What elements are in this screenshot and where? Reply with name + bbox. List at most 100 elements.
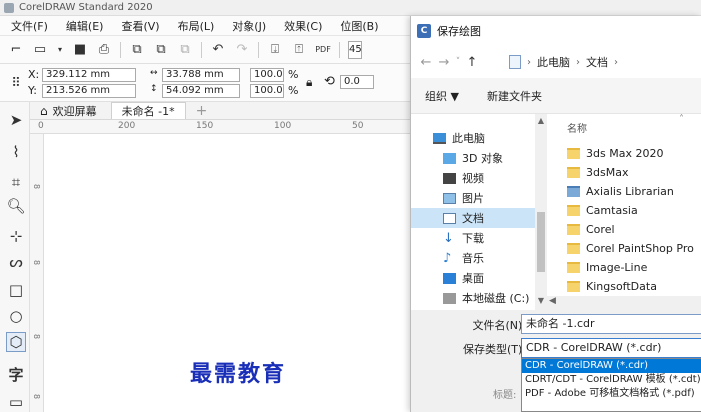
nav-music[interactable]: ♪ 音乐 xyxy=(411,248,535,268)
percent-y-label: % xyxy=(288,84,299,97)
add-tab-button[interactable]: + xyxy=(190,103,214,119)
width-input[interactable]: 33.788 mm xyxy=(162,68,240,82)
x-position-input[interactable]: 329.112 mm xyxy=(42,68,136,82)
breadcrumb-separator-icon: › xyxy=(576,56,580,68)
rotation-input[interactable]: 0.0 xyxy=(340,75,374,89)
open-folder-icon[interactable]: ▭ xyxy=(32,42,48,58)
list-item[interactable]: 3dsMax xyxy=(567,163,628,182)
download-icon: ↓ xyxy=(443,230,454,246)
shape-tool-icon[interactable]: ⌇ xyxy=(6,142,26,162)
filetype-label: 保存类型(T): xyxy=(462,343,526,356)
tab-welcome[interactable]: ⌂ 欢迎屏幕 xyxy=(30,102,107,119)
freehand-tool-icon[interactable]: ⊹ xyxy=(6,226,26,246)
zoom-level-field[interactable]: 45 xyxy=(348,40,362,59)
x-label: X: xyxy=(28,68,40,81)
breadcrumb-separator-icon: › xyxy=(614,56,618,68)
sort-caret-icon: ˄ xyxy=(679,114,684,125)
menu-effects[interactable]: 效果(C) xyxy=(275,18,331,34)
back-icon[interactable]: ← xyxy=(417,55,435,70)
library-icon xyxy=(567,186,580,197)
save-icon[interactable]: ■ xyxy=(72,42,88,58)
undo-icon[interactable]: ↶ xyxy=(210,42,226,58)
filename-label: 文件名(N): xyxy=(472,319,526,332)
print-icon[interactable]: ⎙ xyxy=(96,42,112,58)
nav-documents[interactable]: 文档 xyxy=(411,208,535,228)
tab-document[interactable]: 未命名 -1* xyxy=(110,102,186,119)
menu-bitmaps[interactable]: 位图(B) xyxy=(331,18,387,34)
crop-tool-icon[interactable]: ⌗ xyxy=(6,172,26,192)
filetype-select[interactable]: CDR - CorelDRAW (*.cdr) xyxy=(521,338,701,358)
menu-view[interactable]: 查看(V) xyxy=(112,18,168,34)
height-input[interactable]: 54.092 mm xyxy=(162,84,240,98)
ruler-tick: 200 xyxy=(118,121,136,131)
lock-ratio-icon[interactable]: 🔒︎ xyxy=(306,75,312,90)
organize-button[interactable]: 组织 ▼ xyxy=(425,88,459,104)
dropdown-icon[interactable]: ▾ xyxy=(56,42,64,58)
menu-object[interactable]: 对象(J) xyxy=(223,18,275,34)
recent-dropdown-icon[interactable]: ˅ xyxy=(453,57,463,67)
file-name: Corel PaintShop Pro xyxy=(586,242,694,255)
menu-layout[interactable]: 布局(L) xyxy=(169,18,224,34)
zoom-tool-icon[interactable]: 🔍︎ xyxy=(6,196,26,216)
nav-3d-objects[interactable]: 3D 对象 xyxy=(411,148,535,168)
scale-x-input[interactable]: 100.0 xyxy=(250,68,284,82)
export-icon[interactable]: ⍐ xyxy=(291,42,307,58)
object-origin-icon[interactable]: ⠿ xyxy=(8,75,24,91)
column-header-name[interactable]: 名称 xyxy=(567,120,587,135)
up-folder-icon[interactable]: ↑ xyxy=(463,55,481,70)
paste-icon[interactable]: ⧉ xyxy=(177,42,193,58)
nav-this-pc[interactable]: 此电脑 xyxy=(411,128,535,148)
breadcrumb-this-pc[interactable]: 此电脑 xyxy=(537,54,570,70)
list-item[interactable]: Image-Line xyxy=(567,258,647,277)
rectangle-tool-icon[interactable]: □ xyxy=(6,280,26,300)
artistic-media-icon[interactable]: ᔕ xyxy=(6,252,26,272)
scale-y-input[interactable]: 100.0 xyxy=(250,84,284,98)
list-item[interactable]: 3ds Max 2020 xyxy=(567,144,663,163)
filetype-option[interactable]: PDF - Adobe 可移植文档格式 (*.pdf) xyxy=(522,387,701,401)
scroll-left-icon[interactable]: ◀ xyxy=(549,296,556,306)
text-tool-icon[interactable]: 字 xyxy=(6,364,26,384)
pick-tool-icon[interactable]: ➤ xyxy=(6,110,26,130)
list-item[interactable]: Corel xyxy=(567,220,615,239)
menu-file[interactable]: 文件(F) xyxy=(0,18,57,34)
polygon-tool-icon[interactable]: ⬡ xyxy=(6,332,26,352)
forward-icon[interactable]: → xyxy=(435,55,453,70)
file-name: Corel xyxy=(586,223,615,236)
nav-downloads[interactable]: ↓ 下载 xyxy=(411,228,535,248)
nav-desktop[interactable]: 桌面 xyxy=(411,268,535,288)
list-item[interactable]: Camtasia xyxy=(567,201,638,220)
filename-input[interactable]: 未命名 -1.cdr xyxy=(521,314,701,334)
list-item[interactable]: Axialis Librarian xyxy=(567,182,674,201)
nav-videos[interactable]: 视频 xyxy=(411,168,535,188)
scroll-down-icon[interactable]: ▼ xyxy=(535,296,547,305)
new-document-icon[interactable]: ⌐ xyxy=(8,42,24,58)
scrollbar-thumb[interactable] xyxy=(537,212,545,272)
cut-icon[interactable]: ⧉ xyxy=(129,42,145,58)
table-tool-icon[interactable]: ▭ xyxy=(6,392,26,412)
copy-icon[interactable]: ⧉ xyxy=(153,42,169,58)
y-position-input[interactable]: 213.526 mm xyxy=(42,84,136,98)
nav-pictures[interactable]: 图片 xyxy=(411,188,535,208)
documents-icon xyxy=(443,212,456,224)
vertical-ruler: 8 8 8 8 xyxy=(30,134,44,412)
breadcrumb-documents[interactable]: 文档 xyxy=(586,54,608,70)
file-list: ˄ 名称 3ds Max 2020 3dsMax Axialis Librari… xyxy=(551,114,701,310)
file-list-horizontal-scrollbar[interactable]: ◀ xyxy=(547,296,701,310)
menu-edit[interactable]: 编辑(E) xyxy=(57,18,113,34)
publish-pdf-icon[interactable]: PDF xyxy=(315,42,331,58)
nav-local-disk[interactable]: 本地磁盘 (C:) xyxy=(411,288,535,308)
new-folder-button[interactable]: 新建文件夹 xyxy=(487,88,542,104)
list-item[interactable]: KingsoftData xyxy=(567,277,657,296)
redo-icon[interactable]: ↷ xyxy=(234,42,250,58)
file-name: KingsoftData xyxy=(586,280,657,293)
address-bar[interactable]: › 此电脑 › 文档 › xyxy=(503,51,701,73)
filetype-option[interactable]: CDR - CorelDRAW (*.cdr) xyxy=(522,359,701,373)
navigation-scrollbar[interactable]: ▲ ▼ xyxy=(535,114,547,310)
import-icon[interactable]: ⍗ xyxy=(267,42,283,58)
music-icon: ♪ xyxy=(443,250,452,266)
ellipse-tool-icon[interactable]: ○ xyxy=(6,306,26,326)
navigation-pane: 此电脑 3D 对象 视频 图片 文档 ↓ 下载 ♪ 音乐 桌面 本地磁盘 (C:… xyxy=(411,114,547,310)
list-item[interactable]: Corel PaintShop Pro xyxy=(567,239,694,258)
scroll-up-icon[interactable]: ▲ xyxy=(535,116,547,125)
filetype-option[interactable]: CDRT/CDT - CorelDRAW 模板 (*.cdt) xyxy=(522,373,701,387)
